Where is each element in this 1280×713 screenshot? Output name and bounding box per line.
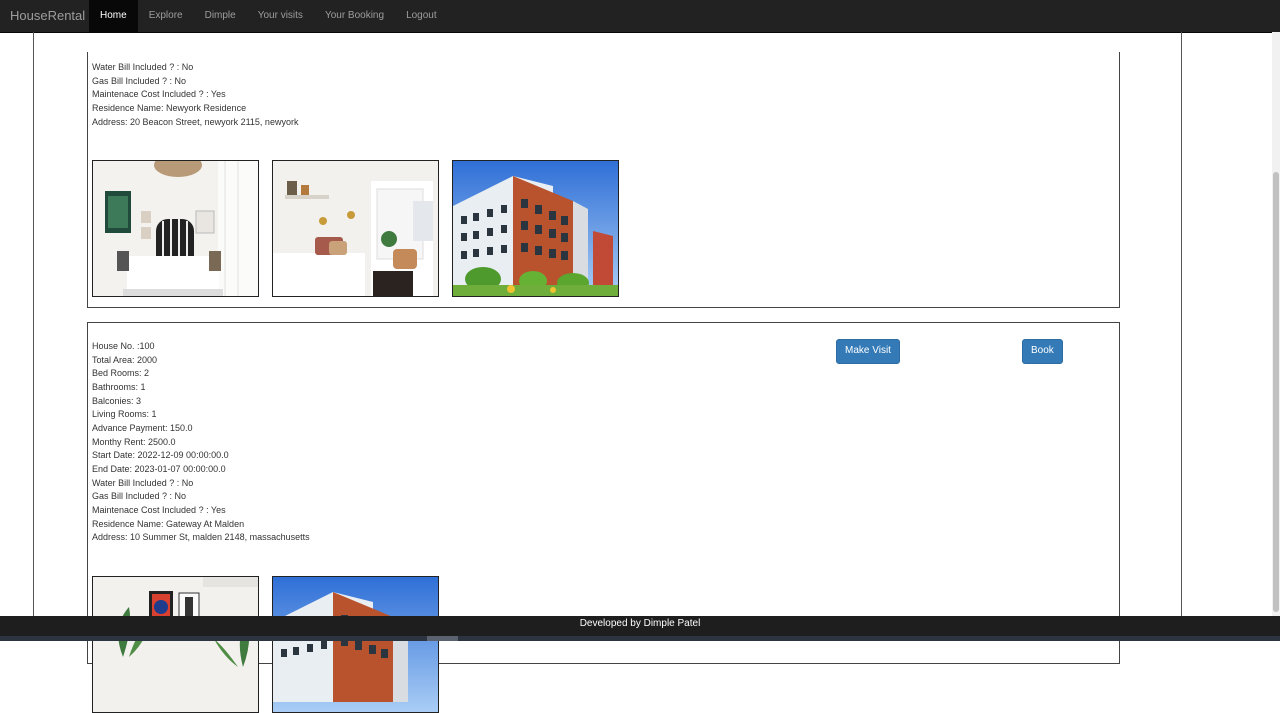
living-room-photo[interactable] — [92, 576, 259, 713]
detail-address: Address: 20 Beacon Street, newyork 2115,… — [92, 116, 299, 127]
taskbar-indicator — [427, 636, 458, 641]
detail-gas-bill: Gas Bill Included ? : No — [92, 491, 187, 502]
listing-photos — [92, 576, 452, 713]
nav-logout[interactable]: Logout — [395, 0, 448, 32]
brand-logo[interactable]: HouseRental — [10, 0, 85, 32]
listing-card: House No. :100 Total Area: 2000 Bed Room… — [87, 322, 1120, 713]
detail-total-area: Total Area: 2000 — [92, 354, 158, 365]
apartment-building-photo[interactable] — [272, 576, 439, 713]
nav-home[interactable]: Home — [89, 0, 138, 32]
top-navbar: HouseRental Home Explore Dimple Your vis… — [0, 0, 1280, 33]
detail-address: Address: 10 Summer St, malden 2148, mass… — [92, 532, 310, 543]
listings-container: Water Bill Included ? : No Gas Bill Incl… — [33, 32, 1182, 713]
scrollbar-thumb[interactable] — [1273, 172, 1279, 612]
detail-end-date: End Date: 2023-01-07 00:00:00.0 — [92, 463, 226, 474]
listing-photos — [92, 160, 632, 297]
listing-details: Water Bill Included ? : No Gas Bill Incl… — [92, 61, 298, 129]
detail-house-no: House No. :100 — [92, 341, 155, 351]
detail-living-rooms: Living Rooms: 1 — [92, 409, 157, 420]
detail-residence-name: Residence Name: Newyork Residence — [92, 102, 247, 113]
detail-bed-rooms: Bed Rooms: 2 — [92, 368, 150, 379]
bedroom-photo[interactable] — [92, 160, 259, 297]
nav-your-booking[interactable]: Your Booking — [314, 0, 395, 32]
detail-maintenance: Maintenace Cost Included ? : Yes — [92, 504, 226, 515]
detail-bathrooms: Bathrooms: 1 — [92, 381, 146, 392]
detail-start-date: Start Date: 2022-12-09 00:00:00.0 — [92, 450, 229, 461]
bedroom-photo[interactable] — [272, 160, 439, 297]
detail-advance-payment: Advance Payment: 150.0 — [92, 422, 193, 433]
detail-water-bill: Water Bill Included ? : No — [92, 62, 194, 72]
nav-user-profile[interactable]: Dimple — [194, 0, 247, 32]
apartment-building-photo[interactable] — [452, 160, 619, 297]
detail-residence-name: Residence Name: Gateway At Malden — [92, 518, 245, 529]
detail-balconies: Balconies: 3 — [92, 395, 142, 406]
make-visit-button[interactable]: Make Visit — [836, 339, 900, 364]
footer-credit: Developed by Dimple Patel — [579, 618, 701, 629]
detail-maintenance: Maintenace Cost Included ? : Yes — [92, 89, 226, 100]
listing-card: Water Bill Included ? : No Gas Bill Incl… — [87, 52, 1120, 308]
nav-explore[interactable]: Explore — [138, 0, 194, 32]
page-scrollbar[interactable] — [1272, 32, 1280, 616]
detail-water-bill: Water Bill Included ? : No — [92, 477, 194, 488]
book-button[interactable]: Book — [1022, 339, 1063, 364]
taskbar-strip — [0, 636, 1280, 641]
footer: Developed by Dimple Patel — [0, 616, 1280, 641]
detail-gas-bill: Gas Bill Included ? : No — [92, 75, 187, 86]
detail-monthly-rent: Monthy Rent: 2500.0 — [92, 436, 176, 447]
nav-menu: Home Explore Dimple Your visits Your Boo… — [89, 0, 448, 32]
nav-your-visits[interactable]: Your visits — [247, 0, 314, 32]
listing-details: House No. :100 Total Area: 2000 Bed Room… — [92, 340, 310, 545]
